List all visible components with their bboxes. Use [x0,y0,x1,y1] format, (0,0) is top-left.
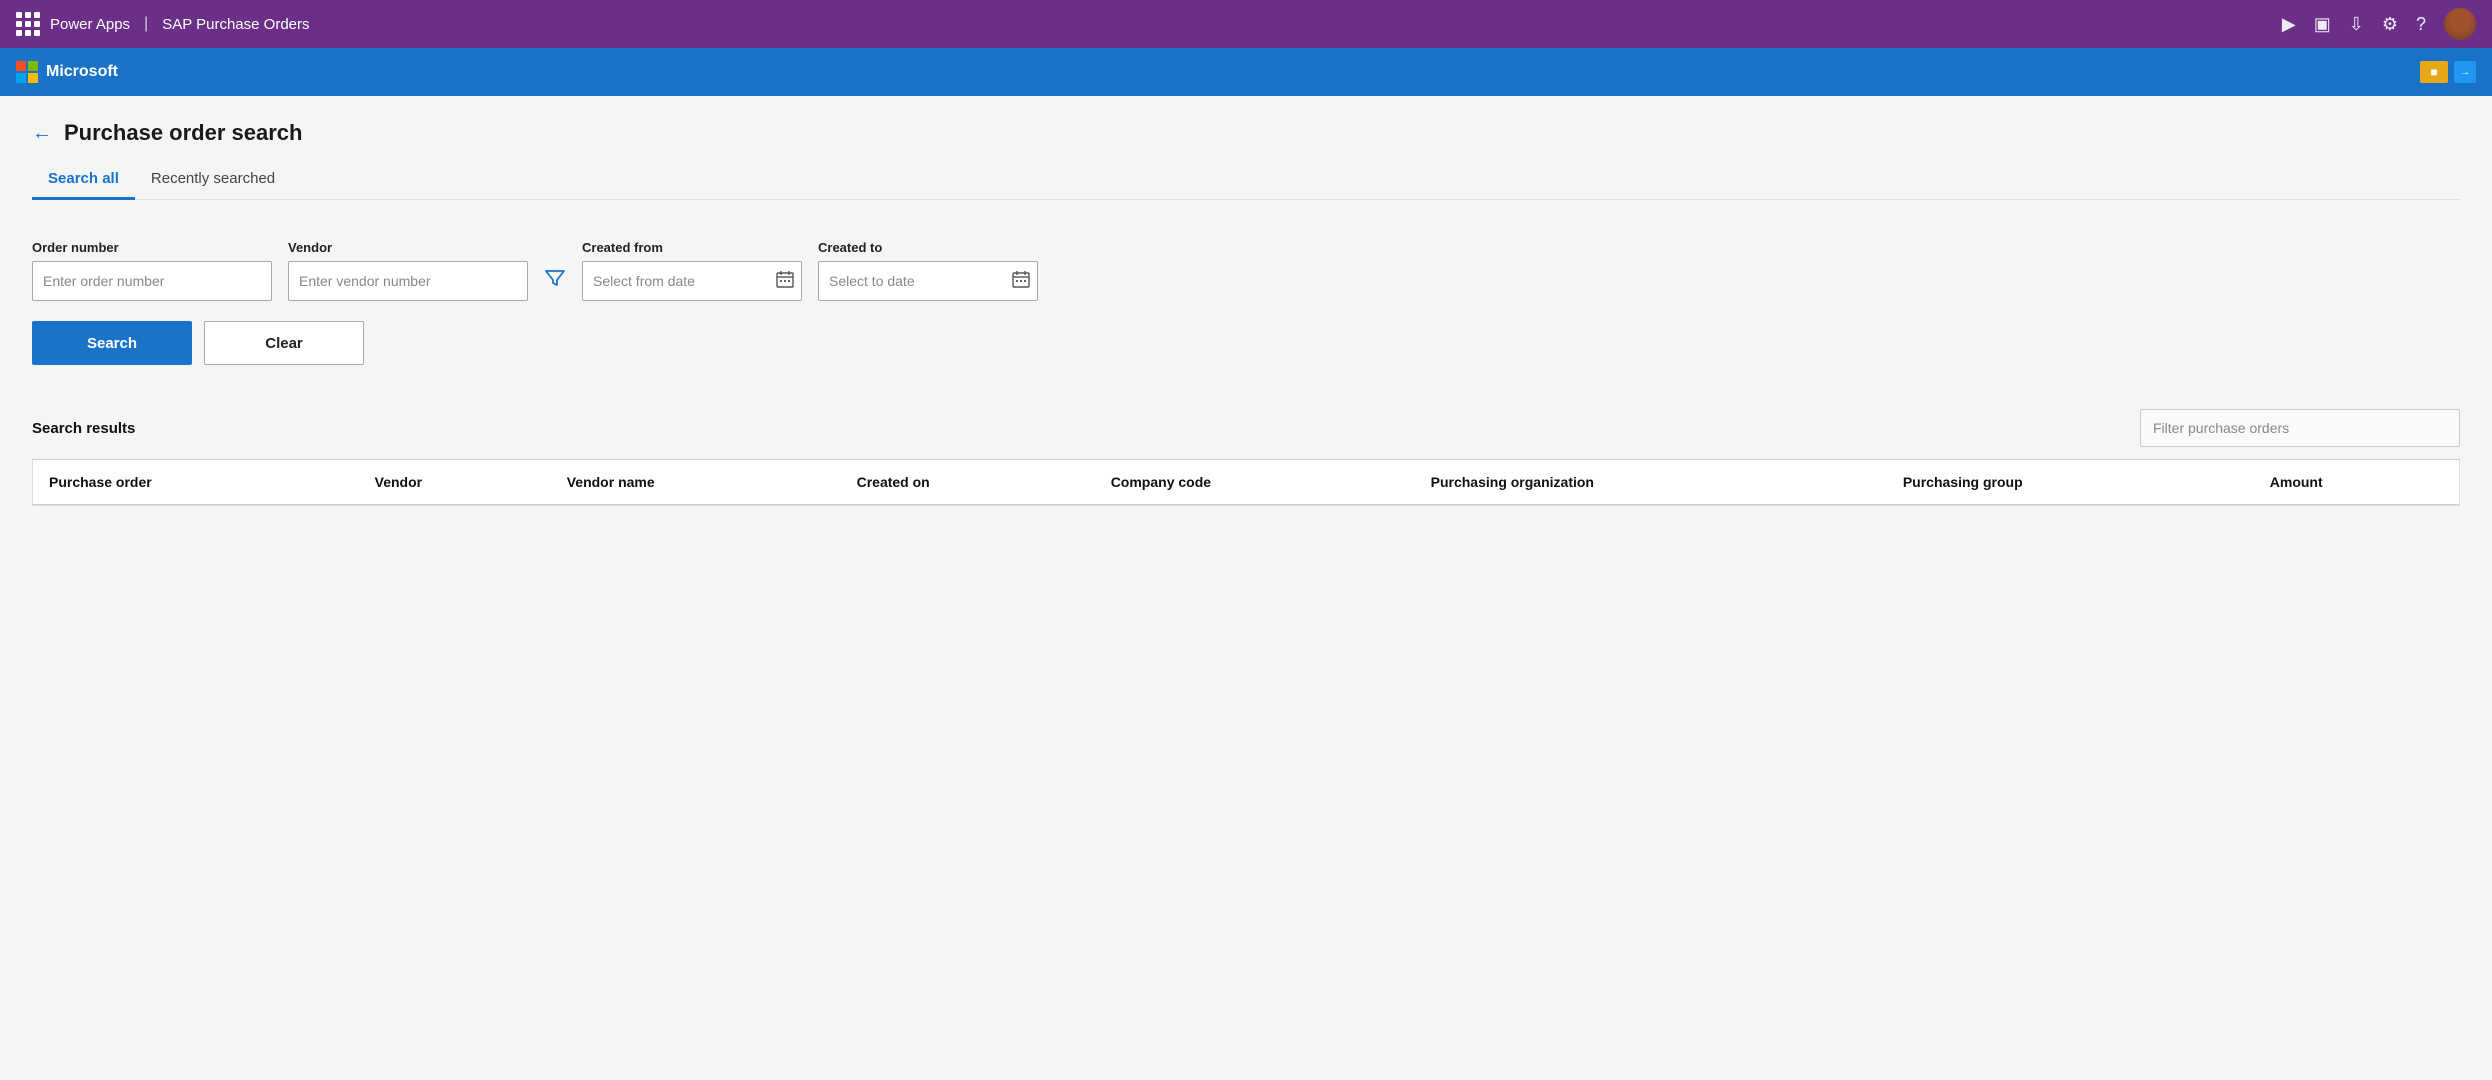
page-title: Purchase order search [64,120,302,146]
vendor-group: Vendor [288,240,528,301]
top-nav-right: ▶ ▣ ⇩ ⚙ ? [2282,8,2476,40]
avatar[interactable] [2444,8,2476,40]
created-from-group: Created from [582,240,802,301]
download-icon[interactable]: ⇩ [2349,14,2364,35]
results-table: Purchase order Vendor Vendor name Create… [33,460,2459,505]
col-purchasing-organization: Purchasing organization [1415,460,1887,505]
filter-input-wrapper [2140,409,2460,447]
created-to-group: Created to [818,240,1038,301]
clear-button[interactable]: Clear [204,321,364,365]
created-from-wrapper [582,261,802,301]
help-icon[interactable]: ? [2416,14,2426,35]
created-to-wrapper [818,261,1038,301]
vendor-input[interactable] [288,261,528,301]
filter-icon-wrapper [544,267,566,301]
top-nav-left: Power Apps | SAP Purchase Orders [16,12,310,36]
logo-sq-red [16,61,26,71]
table-header-row: Purchase order Vendor Vendor name Create… [33,460,2459,505]
page-header: ← Purchase order search [32,120,2460,146]
settings-icon[interactable]: ⚙ [2382,14,2398,35]
logo-sq-blue [16,73,26,83]
col-purchasing-group: Purchasing group [1887,460,2254,505]
results-header: Search results [32,397,2460,460]
button-row: Search Clear [32,321,2460,365]
results-section: Search results Purchase order Vendor [32,397,2460,506]
play-icon[interactable]: ▶ [2282,14,2296,35]
order-number-group: Order number [32,240,272,301]
table-wrapper: Purchase order Vendor Vendor name Create… [32,460,2460,506]
table-header: Purchase order Vendor Vendor name Create… [33,460,2459,505]
form-fields-row: Order number Vendor Created from [32,240,2460,301]
ms-bar-right: ■ → [2420,61,2476,83]
ms-bar-icon2[interactable]: → [2454,61,2476,83]
results-title: Search results [32,420,135,437]
back-arrow-icon[interactable]: ← [32,122,52,145]
vendor-label: Vendor [288,240,528,255]
ms-logo[interactable]: Microsoft [16,61,118,83]
filter-icon[interactable] [544,272,566,298]
col-created-on: Created on [841,460,1095,505]
created-to-label: Created to [818,240,1038,255]
col-vendor-name: Vendor name [551,460,841,505]
main-content: ← Purchase order search Search all Recen… [0,96,2492,1080]
order-number-input[interactable] [32,261,272,301]
col-company-code: Company code [1095,460,1415,505]
created-from-label: Created from [582,240,802,255]
nav-separator: | [144,15,148,33]
filter-purchase-orders-input[interactable] [2140,409,2460,447]
search-button[interactable]: Search [32,321,192,365]
top-nav: Power Apps | SAP Purchase Orders ▶ ▣ ⇩ ⚙… [0,0,2492,48]
tab-search-all[interactable]: Search all [32,162,135,200]
col-amount: Amount [2254,460,2459,505]
logo-sq-green [28,61,38,71]
desktop-icon[interactable]: ▣ [2314,14,2331,35]
order-number-label: Order number [32,240,272,255]
created-to-input[interactable] [818,261,1038,301]
ms-logo-squares [16,61,38,83]
col-purchase-order: Purchase order [33,460,359,505]
search-form: Order number Vendor Created from [32,224,2460,389]
tab-recently-searched[interactable]: Recently searched [135,162,291,200]
col-vendor: Vendor [359,460,551,505]
app-title: Power Apps [50,16,130,33]
microsoft-bar: Microsoft ■ → [0,48,2492,96]
ms-label: Microsoft [46,63,118,81]
waffle-icon[interactable] [16,12,40,36]
created-from-input[interactable] [582,261,802,301]
created-to-calendar-icon[interactable] [1012,270,1030,293]
avatar-image [2444,8,2476,40]
app-name: SAP Purchase Orders [162,16,309,33]
ms-bar-icon1[interactable]: ■ [2420,61,2448,83]
created-from-calendar-icon[interactable] [776,270,794,293]
logo-sq-yellow [28,73,38,83]
tabs-container: Search all Recently searched [32,162,2460,200]
